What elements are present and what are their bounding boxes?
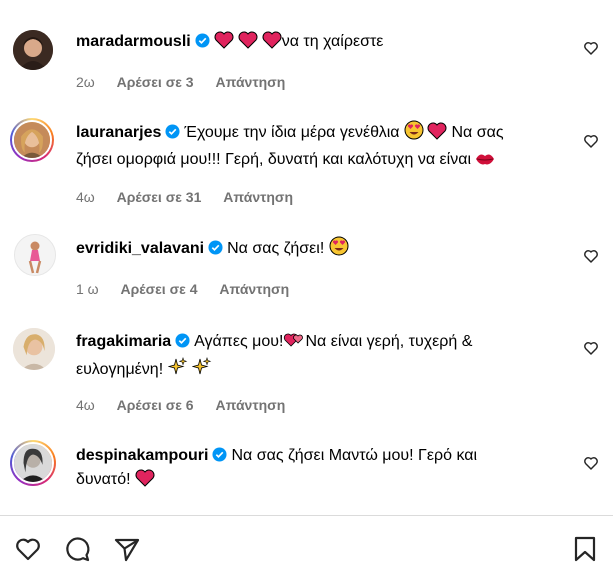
like-comment-heart-icon[interactable] [583, 248, 599, 264]
comment-meta: 4ω Αρέσει σε 31 Απάντηση [76, 189, 293, 205]
comment-text: lauranarjes Έχουμε την ίδια μέρα γενέθλια… [76, 120, 566, 175]
comment-time: 4ω [76, 397, 95, 413]
red-heart-emoji-icon [262, 31, 282, 57]
verified-badge-icon [165, 124, 180, 139]
like-comment-heart-icon[interactable] [583, 455, 599, 471]
comment-body-line2: ευλογημένη! [76, 361, 164, 378]
avatar[interactable] [13, 328, 55, 370]
comment-time: 4ω [76, 189, 95, 205]
like-comment-heart-icon[interactable] [583, 340, 599, 356]
verified-badge-icon [212, 447, 228, 462]
avatar[interactable] [14, 234, 56, 276]
red-heart-emoji-icon [214, 31, 234, 57]
red-heart-emoji-icon [238, 31, 258, 57]
bookmark-icon[interactable] [571, 535, 599, 563]
avatar[interactable] [13, 30, 53, 70]
sparkles-emoji-icon [191, 357, 212, 385]
reply-button[interactable]: Απάντηση [216, 74, 286, 90]
comment-username[interactable]: evridiki_valavani [76, 240, 204, 257]
comment-meta: 2ω Αρέσει σε 3 Απάντηση [76, 74, 285, 90]
divider [0, 515, 613, 516]
two-hearts-emoji-icon [283, 331, 305, 357]
comment-text: despinakampouri Να σας ζήσει Μαντώ μου! Γ… [76, 444, 566, 495]
like-comment-heart-icon[interactable] [583, 40, 599, 56]
comment-text: evridiki_valavani Να σας ζήσει! [76, 236, 566, 264]
comment-likes[interactable]: Αρέσει σε 6 [117, 397, 194, 413]
comment-likes[interactable]: Αρέσει σε 4 [121, 281, 198, 297]
verified-badge-icon [175, 333, 190, 348]
red-heart-emoji-icon [135, 469, 155, 495]
reply-button[interactable]: Απάντηση [219, 281, 289, 297]
comment-username[interactable]: fragakimaria [76, 333, 171, 350]
comment-bubble-icon[interactable] [63, 535, 91, 563]
comment-time: 1 ω [76, 281, 99, 297]
comment-username[interactable]: despinakampouri [76, 447, 208, 464]
comment-meta: 1 ω Αρέσει σε 4 Απάντηση [76, 281, 289, 297]
comment-body: να τη χαίρεστε [281, 33, 384, 50]
comment-body: Να σας ζήσει Μαντώ μου! Γερό και [231, 447, 478, 464]
comment-body: Αγάπες μου! [194, 333, 284, 350]
comment-likes[interactable]: Αρέσει σε 31 [117, 189, 202, 205]
comment-username[interactable]: lauranarjes [76, 124, 161, 141]
paper-plane-icon[interactable] [113, 535, 141, 563]
heart-outline-icon[interactable] [14, 535, 42, 563]
sparkles-emoji-icon [167, 357, 188, 385]
comment-body-line2: ζήσει ομορφιά μου!!! Γερή, δυνατή και κα… [76, 151, 472, 168]
comment-body: Έχουμε την ίδια μέρα γενέθλια [184, 124, 400, 141]
comment-text: maradarmousli να τη χαίρεστε [76, 30, 566, 57]
red-heart-emoji-icon [427, 122, 447, 148]
heart-eyes-emoji-icon [404, 120, 424, 148]
heart-eyes-emoji-icon [329, 236, 349, 264]
comment-time: 2ω [76, 74, 95, 90]
comment-body: Να σας ζήσει! [227, 240, 325, 257]
comment-username[interactable]: maradarmousli [76, 33, 191, 50]
verified-badge-icon [208, 240, 223, 255]
comment-text: fragakimaria Αγάπες μου! Να είναι γερή, τυ… [76, 330, 566, 385]
comment-body-line2: δυνατό! [76, 471, 131, 488]
like-comment-heart-icon[interactable] [583, 133, 599, 149]
reply-button[interactable]: Απάντηση [216, 397, 286, 413]
reply-button[interactable]: Απάντηση [223, 189, 293, 205]
avatar[interactable] [10, 118, 54, 162]
kiss-lips-emoji-icon [475, 151, 495, 175]
comment-body-cont: Να σας [451, 124, 504, 141]
comment-likes[interactable]: Αρέσει σε 3 [117, 74, 194, 90]
comment-meta: 4ω Αρέσει σε 6 Απάντηση [76, 397, 285, 413]
verified-badge-icon [195, 33, 210, 48]
comment-body-cont: Να είναι γερή, τυχερή & [305, 333, 473, 350]
avatar[interactable] [10, 440, 56, 486]
